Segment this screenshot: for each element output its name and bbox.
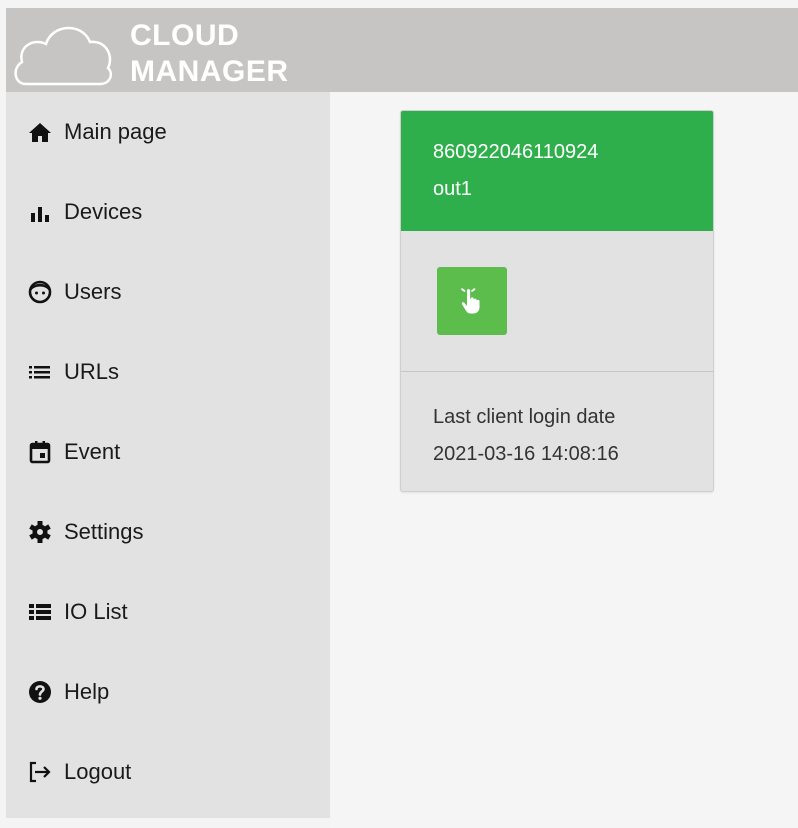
io-list-icon xyxy=(28,600,60,624)
app-root: CLOUD MANAGER Main page Devices Users UR… xyxy=(0,0,798,828)
sidebar-item-main-page[interactable]: Main page xyxy=(28,112,167,152)
sidebar-item-logout[interactable]: Logout xyxy=(28,752,131,792)
calendar-icon xyxy=(28,440,60,464)
sidebar-item-label: IO List xyxy=(64,599,128,624)
sidebar-item-event[interactable]: Event xyxy=(28,432,120,472)
output-name: out1 xyxy=(433,178,472,200)
sidebar-item-label: URLs xyxy=(64,359,120,384)
list-icon xyxy=(28,360,60,384)
brand-logo-text: CLOUD MANAGER xyxy=(130,18,289,90)
device-id: 860922046110924 xyxy=(433,141,599,163)
sidebar-item-users[interactable]: Users xyxy=(28,272,121,312)
sidebar-item-urls[interactable]: URLs xyxy=(28,352,119,392)
user-face-icon xyxy=(28,280,60,304)
sidebar-item-devices[interactable]: Devices xyxy=(28,192,142,232)
home-icon xyxy=(28,120,60,144)
sidebar: Main page Devices Users URLs Event Setti… xyxy=(6,92,330,818)
brand-line-1: CLOUD xyxy=(130,19,240,52)
sidebar-item-label: Logout xyxy=(64,759,132,784)
device-card: 860922046110924 out1 Last client login d… xyxy=(400,110,714,492)
gear-icon xyxy=(28,520,60,544)
sidebar-item-settings[interactable]: Settings xyxy=(28,512,144,552)
help-icon xyxy=(28,680,60,704)
sidebar-item-io-list[interactable]: IO List xyxy=(28,592,128,632)
sidebar-item-label: Main page xyxy=(64,119,167,144)
last-login-date: 2021-03-16 14:08:16 xyxy=(433,443,619,465)
top-header: CLOUD MANAGER xyxy=(6,8,798,92)
last-login-label: Last client login date xyxy=(433,406,616,428)
output-toggle-button[interactable] xyxy=(437,267,507,335)
sidebar-item-help[interactable]: Help xyxy=(28,672,109,712)
brand-line-2: MANAGER xyxy=(130,55,289,88)
logout-icon xyxy=(28,760,60,784)
bar-chart-icon xyxy=(28,200,60,224)
device-card-header: 860922046110924 out1 xyxy=(401,111,713,231)
cloud-logo-icon xyxy=(14,26,112,86)
sidebar-item-label: Devices xyxy=(64,199,143,224)
device-card-body xyxy=(401,231,713,372)
device-card-footer: Last client login date 2021-03-16 14:08:… xyxy=(433,399,619,473)
sidebar-item-label: Users xyxy=(64,279,122,304)
sidebar-item-label: Settings xyxy=(64,519,144,544)
sidebar-item-label: Help xyxy=(64,679,110,704)
hand-pointer-icon xyxy=(461,288,480,314)
sidebar-item-label: Event xyxy=(64,439,121,464)
